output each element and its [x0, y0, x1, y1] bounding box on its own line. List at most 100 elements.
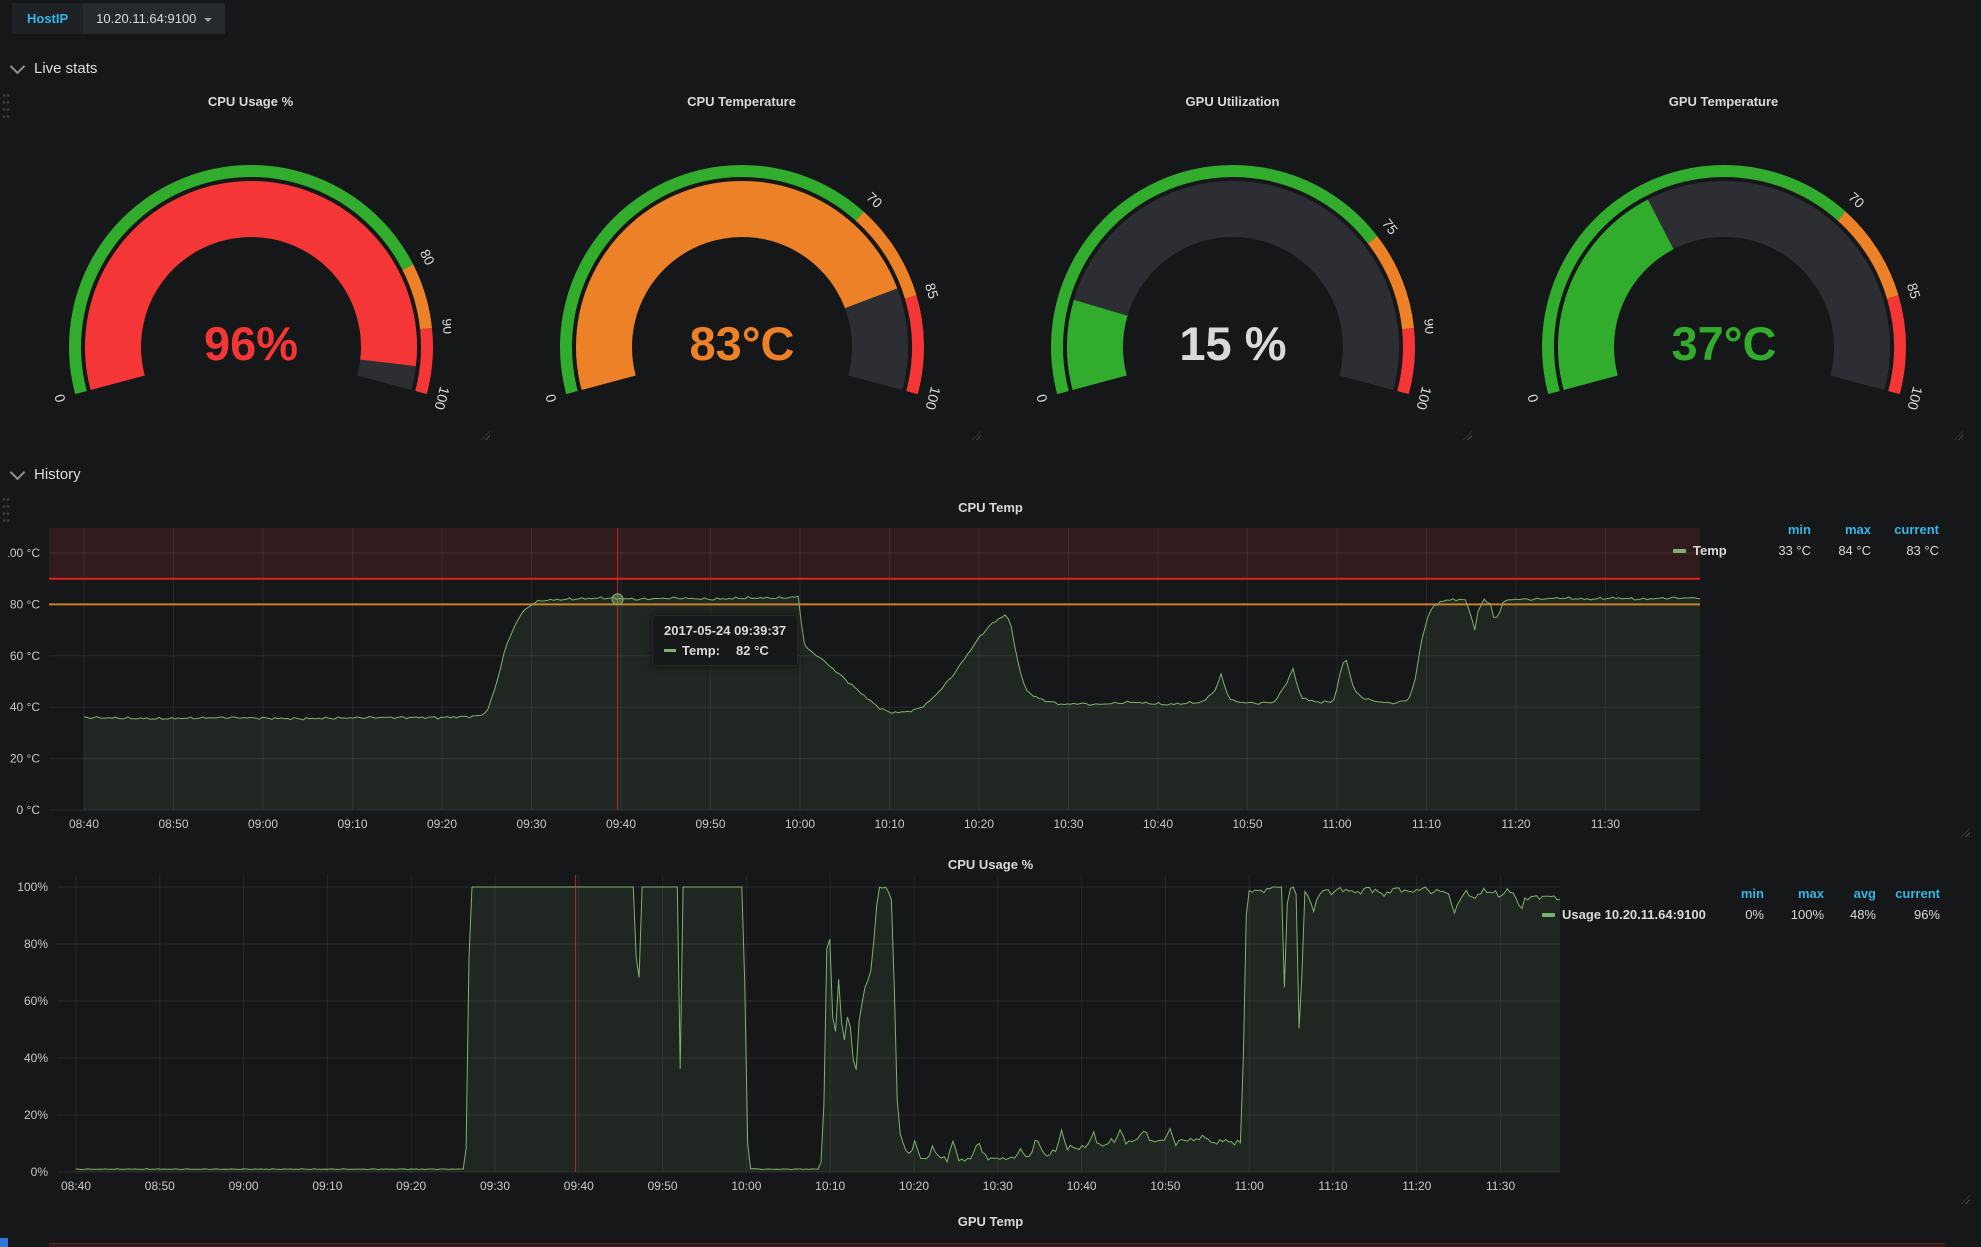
scroll-indicator [0, 1238, 8, 1247]
svg-text:0: 0 [1524, 392, 1542, 404]
svg-text:85: 85 [1904, 281, 1924, 301]
row-title: Live stats [34, 60, 97, 77]
legend-min-value: 33 °C [1751, 543, 1811, 558]
chart-legend: min max avg current Usage 10.20.11.64:91… [1542, 883, 1940, 925]
legend-max-value: 84 °C [1811, 543, 1871, 558]
svg-text:09:20: 09:20 [427, 817, 457, 831]
svg-text:10:00: 10:00 [785, 817, 815, 831]
svg-text:83°C: 83°C [689, 317, 794, 370]
svg-text:09:10: 09:10 [337, 817, 367, 831]
panel-title[interactable]: GPU Utilization [990, 94, 1475, 109]
svg-text:20 °C: 20 °C [10, 752, 40, 766]
variable-value-dropdown[interactable]: 10.20.11.64:9100 [83, 3, 225, 34]
svg-text:90: 90 [1421, 318, 1433, 335]
cpu-usage-gauge: 0809010096% [51, 142, 451, 414]
svg-text:09:00: 09:00 [229, 1179, 259, 1193]
legend-series-toggle[interactable]: Temp [1673, 543, 1751, 558]
tooltip-series-label: Temp: [682, 643, 720, 658]
svg-text:10:10: 10:10 [815, 1179, 845, 1193]
svg-text:60%: 60% [24, 994, 48, 1008]
svg-text:09:30: 09:30 [516, 817, 546, 831]
legend-avg-value: 48% [1824, 907, 1876, 922]
svg-text:0%: 0% [31, 1165, 49, 1179]
legend-col-min: min [1712, 886, 1764, 901]
svg-text:0: 0 [1033, 392, 1051, 404]
svg-text:11:00: 11:00 [1322, 817, 1351, 831]
series-color-dash [664, 649, 676, 652]
panel-title[interactable]: GPU Temperature [1481, 94, 1966, 109]
variable-label: HostIP [12, 3, 83, 34]
chart-legend: min max current Temp 33 °C 84 °C 83 °C [1673, 519, 1939, 561]
panel-resize-handle[interactable] [972, 431, 981, 440]
grafana-dashboard: HostIP 10.20.11.64:9100 Live stats CPU U… [0, 0, 1981, 1247]
panel-gpu-temperature-gauge: GPU Temperature 0 70 85 100 37°C [1481, 88, 1966, 443]
svg-text:70: 70 [1845, 189, 1867, 211]
svg-text:09:10: 09:10 [312, 1179, 342, 1193]
svg-text:10:10: 10:10 [874, 817, 904, 831]
row-header-history[interactable]: History [12, 466, 81, 483]
panel-resize-handle[interactable] [1463, 431, 1472, 440]
svg-text:0: 0 [542, 392, 560, 404]
series-color-swatch [1542, 913, 1555, 917]
chevron-down-icon [10, 465, 26, 481]
tooltip-series-row: Temp: 82 °C [664, 643, 786, 658]
svg-text:15 %: 15 % [1179, 317, 1286, 370]
legend-col-min: min [1751, 522, 1811, 537]
svg-text:100: 100 [1904, 385, 1924, 412]
svg-text:40 °C: 40 °C [10, 700, 40, 714]
legend-max-value: 100% [1764, 907, 1824, 922]
panel-cpu-temp-chart: CPU Temp 0 °C20 °C40 °C60 °C80 °C100 °C0… [8, 492, 1973, 840]
graph-tooltip: 2017-05-24 09:39:37 Temp: 82 °C [652, 615, 798, 666]
svg-text:20%: 20% [24, 1108, 48, 1122]
legend-series-toggle[interactable]: Usage 10.20.11.64:9100 [1542, 907, 1712, 922]
svg-text:80 °C: 80 °C [10, 597, 40, 611]
row-header-live-stats[interactable]: Live stats [12, 60, 97, 77]
svg-text:85: 85 [922, 281, 942, 301]
svg-text:100%: 100% [17, 880, 48, 894]
legend-current-value: 96% [1876, 907, 1940, 922]
svg-text:08:40: 08:40 [69, 817, 99, 831]
panel-title[interactable]: GPU Temp [8, 1214, 1973, 1229]
svg-text:11:20: 11:20 [1402, 1179, 1431, 1193]
svg-text:90: 90 [439, 318, 451, 335]
legend-header: min max avg current [1542, 883, 1940, 904]
panel-cpu-usage-gauge: CPU Usage % 0809010096% [8, 88, 493, 443]
template-variable-bar: HostIP 10.20.11.64:9100 [12, 3, 225, 34]
panel-title[interactable]: CPU Temperature [499, 94, 984, 109]
gpu-temperature-gauge: 0 70 85 100 37°C [1524, 142, 1924, 414]
svg-text:100: 100 [431, 385, 451, 412]
svg-text:100: 100 [1413, 385, 1433, 412]
svg-text:37°C: 37°C [1671, 317, 1776, 370]
tooltip-series-value: 82 °C [736, 643, 769, 658]
row-title: History [34, 466, 81, 483]
svg-text:80: 80 [417, 247, 438, 268]
legend-col-current: current [1876, 886, 1940, 901]
svg-text:11:30: 11:30 [1591, 817, 1620, 831]
legend-min-value: 0% [1712, 907, 1764, 922]
svg-text:09:40: 09:40 [606, 817, 636, 831]
gpu-utilization-gauge: 0 75 90 100 15 % [1033, 142, 1433, 414]
svg-text:100 °C: 100 °C [8, 546, 40, 560]
legend-col-max: max [1811, 522, 1871, 537]
svg-text:10:50: 10:50 [1150, 1179, 1180, 1193]
variable-value: 10.20.11.64:9100 [96, 11, 196, 26]
svg-text:75: 75 [1379, 215, 1401, 237]
svg-text:09:50: 09:50 [695, 817, 725, 831]
legend-col-avg: avg [1824, 886, 1876, 901]
panel-resize-handle[interactable] [481, 431, 490, 440]
svg-text:10:30: 10:30 [1053, 817, 1083, 831]
svg-text:11:00: 11:00 [1235, 1179, 1264, 1193]
panel-gpu-utilization-gauge: GPU Utilization 0 75 90 100 15 % [990, 88, 1475, 443]
gpu-temp-chart-top-edge [49, 1243, 1945, 1247]
svg-text:10:20: 10:20 [899, 1179, 929, 1193]
svg-text:10:40: 10:40 [1067, 1179, 1097, 1193]
svg-text:11:30: 11:30 [1486, 1179, 1515, 1193]
svg-text:09:20: 09:20 [396, 1179, 426, 1193]
panel-title[interactable]: CPU Usage % [8, 94, 493, 109]
svg-text:10:50: 10:50 [1232, 817, 1262, 831]
svg-text:100: 100 [922, 385, 942, 412]
panel-cpu-temperature-gauge: CPU Temperature 0708510083°C [499, 88, 984, 443]
legend-current-value: 83 °C [1871, 543, 1939, 558]
panel-resize-handle[interactable] [1954, 431, 1963, 440]
svg-text:0 °C: 0 °C [17, 803, 41, 817]
